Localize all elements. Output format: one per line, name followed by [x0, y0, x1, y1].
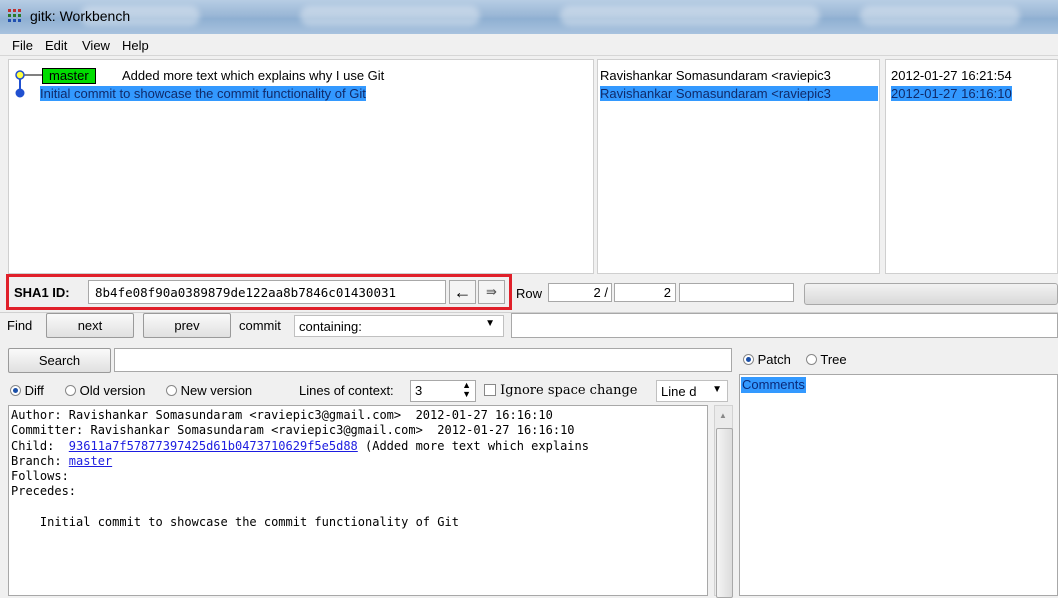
child-description: (Added more text which explains	[357, 438, 589, 453]
patch-label: Patch	[757, 352, 791, 367]
old-version-radio-icon	[65, 385, 76, 396]
tree-radio[interactable]: Tree	[806, 352, 847, 367]
patch-radio-icon	[743, 354, 754, 365]
line-diff-select[interactable]: Line d ▼	[656, 380, 728, 402]
dropdown-arrow-icon: ▼	[485, 318, 495, 329]
tree-radio-icon	[806, 354, 817, 365]
committer-line: Committer: Ravishankar Somasundaram <rav…	[11, 423, 575, 438]
back-button[interactable]: ←	[449, 280, 476, 304]
lines-of-context-value: 3	[415, 383, 423, 398]
left-arrow-icon: ←	[453, 282, 472, 302]
tree-label: Tree	[820, 352, 847, 367]
sha-label: SHA1 ID:	[14, 285, 70, 300]
follows-line: Follows:	[11, 469, 69, 484]
find-mode-select[interactable]: containing: ▼	[294, 315, 504, 337]
old-version-label: Old version	[79, 383, 146, 398]
lines-of-context-label: Lines of context:	[299, 383, 394, 398]
find-input[interactable]	[511, 313, 1058, 338]
find-mode-value: containing:	[299, 319, 362, 334]
dropdown-arrow-icon: ▼	[712, 384, 722, 395]
menu-bar	[0, 34, 1058, 56]
scroll-up-icon: ▲	[719, 411, 727, 420]
commit-message[interactable]: Added more text which explains why I use…	[122, 68, 384, 83]
find-label: Find	[7, 318, 33, 333]
lines-of-context-spinner[interactable]: 3 ▲ ▼	[410, 380, 476, 402]
find-type-select[interactable]: commit	[239, 318, 281, 333]
branch-label: Branch:	[11, 453, 69, 468]
child-sha-link[interactable]: 93611a7f57877397425d61b0473710629f5e5d88	[69, 439, 358, 453]
window-title: gitk: Workbench	[30, 8, 131, 24]
sha-id-field[interactable]: 8b4fe08f90a0389879de122aa8b7846c01430031	[88, 280, 446, 304]
patch-radio[interactable]: Patch	[743, 352, 791, 367]
commit-author-selected[interactable]: Ravishankar Somasundaram <raviepic3	[600, 86, 878, 101]
commit-author[interactable]: Ravishankar Somasundaram <raviepic3	[600, 68, 878, 83]
ignore-space-checkbox[interactable]: Ignore space change	[484, 383, 637, 398]
find-next-button[interactable]: next	[46, 313, 134, 338]
commit-message-selected[interactable]: Initial commit to showcase the commit fu…	[40, 86, 366, 101]
commit-date[interactable]: 2012-01-27 16:21:54	[891, 68, 1012, 83]
spinner-arrows-icon: ▲ ▼	[462, 380, 471, 399]
title-bar	[0, 0, 1058, 34]
ignore-space-check-icon	[484, 384, 496, 396]
commit-details-pane[interactable]: Author: Ravishankar Somasundaram <raviep…	[8, 405, 708, 596]
diff-radio[interactable]: Diff	[10, 383, 44, 398]
diff-radio-label: Diff	[24, 383, 44, 398]
old-version-radio[interactable]: Old version	[65, 383, 145, 398]
commit-message-body: Initial commit to showcase the commit fu…	[11, 515, 459, 530]
branch-tag-master[interactable]: master	[42, 68, 96, 84]
menu-file[interactable]: File	[12, 38, 33, 53]
new-version-radio[interactable]: New version	[166, 383, 252, 398]
scrollbar-thumb[interactable]	[716, 428, 733, 598]
menu-help[interactable]: Help	[122, 38, 149, 53]
menu-view[interactable]: View	[82, 38, 110, 53]
find-prev-button[interactable]: prev	[143, 313, 231, 338]
gitk-app-icon	[8, 9, 24, 23]
diff-radio-icon	[10, 385, 21, 396]
line-diff-value: Line d	[661, 384, 697, 399]
author-line: Author: Ravishankar Somasundaram <raviep…	[11, 408, 553, 422]
file-list-pane[interactable]	[739, 374, 1058, 596]
right-arrow-icon: ⇛	[486, 284, 497, 299]
commit-date-selected[interactable]: 2012-01-27 16:16:10	[891, 86, 1012, 101]
status-field	[679, 283, 794, 302]
progress-bar	[804, 283, 1058, 305]
details-scrollbar[interactable]: ▲	[714, 405, 733, 598]
new-version-label: New version	[180, 383, 253, 398]
menu-edit[interactable]: Edit	[45, 38, 67, 53]
row-total-field: 2	[614, 283, 676, 302]
ignore-space-label: Ignore space change	[500, 383, 638, 398]
search-button[interactable]: Search	[8, 348, 111, 373]
forward-button[interactable]: ⇛	[478, 280, 505, 304]
branch-link[interactable]: master	[69, 454, 112, 468]
search-input[interactable]	[114, 348, 732, 372]
precedes-line: Precedes:	[11, 484, 77, 499]
row-current-field[interactable]: 2 /	[548, 283, 612, 302]
new-version-radio-icon	[166, 385, 177, 396]
comments-item[interactable]: Comments	[741, 377, 806, 393]
row-label: Row	[516, 286, 543, 301]
child-label: Child:	[11, 438, 69, 453]
